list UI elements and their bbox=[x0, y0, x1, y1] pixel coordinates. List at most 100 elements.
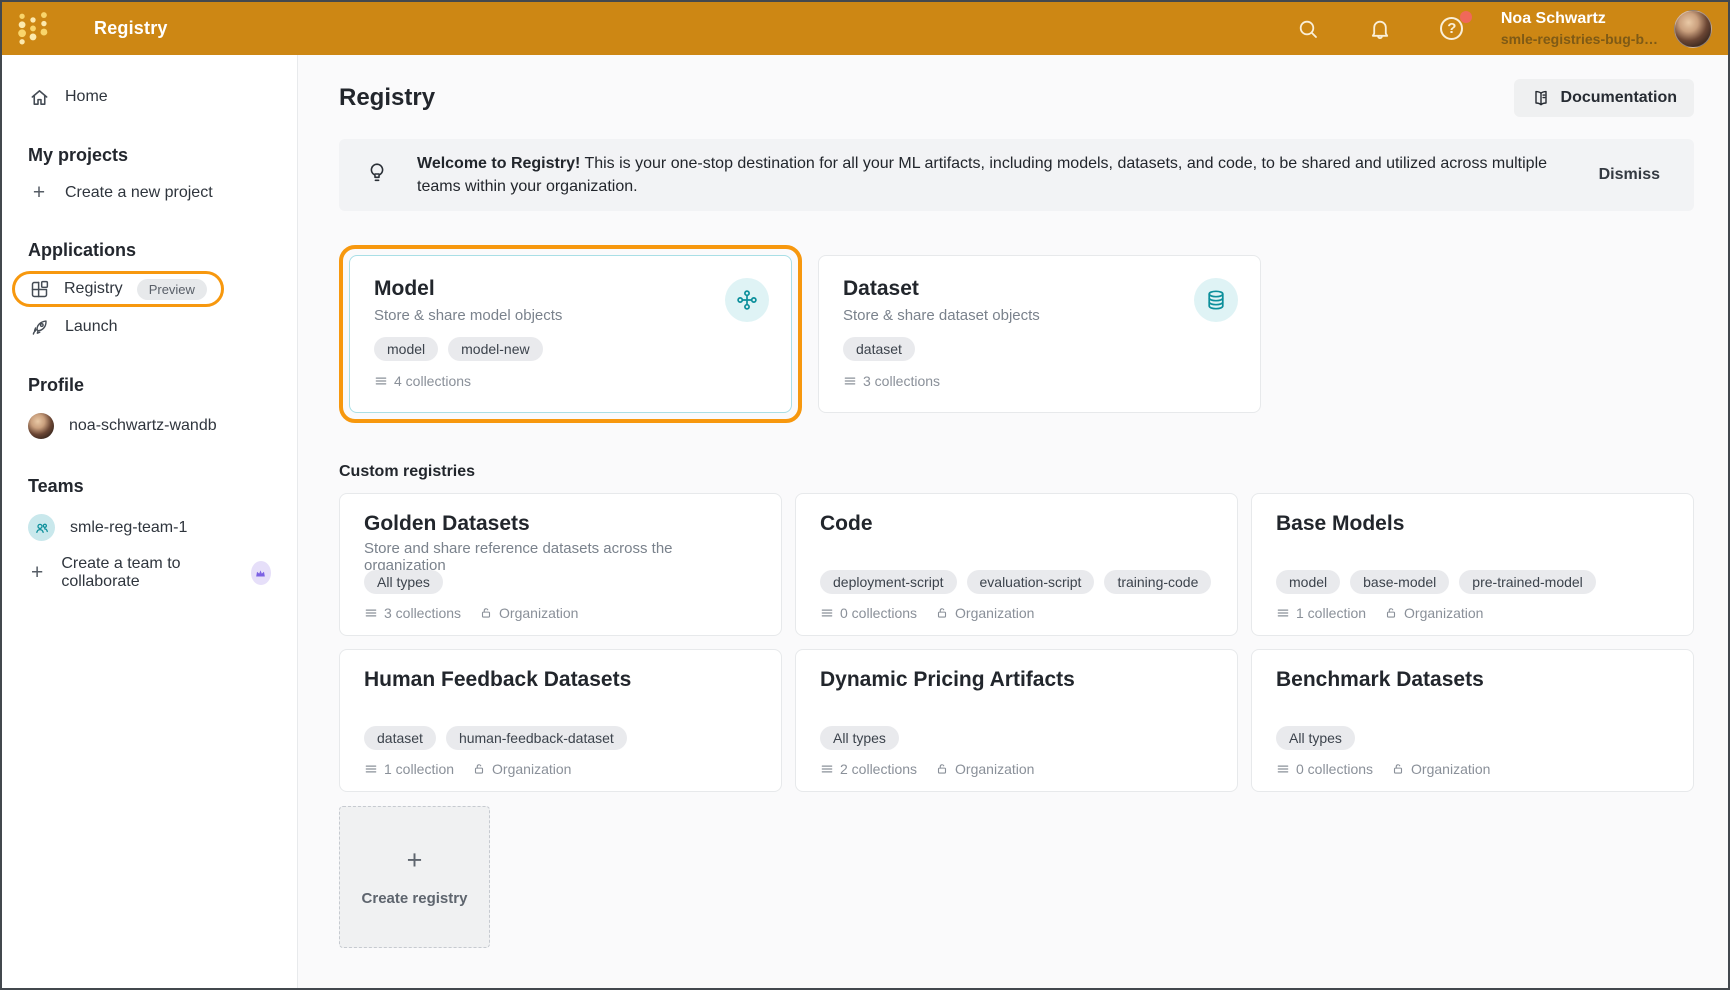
card-title: Code bbox=[820, 512, 1213, 536]
documentation-label: Documentation bbox=[1561, 89, 1677, 107]
card-description bbox=[820, 540, 1213, 570]
tag-list: All types bbox=[820, 726, 1213, 750]
card-title: Human Feedback Datasets bbox=[364, 668, 757, 692]
card-footer: 2 collections Organization bbox=[820, 761, 1213, 777]
sidebar-item-registry[interactable]: Registry bbox=[64, 280, 123, 298]
card-description bbox=[1276, 540, 1669, 570]
sidebar-item-label: Home bbox=[65, 88, 108, 106]
collections-count: 2 collections bbox=[820, 761, 917, 777]
tag: model bbox=[374, 337, 438, 361]
card-title: Benchmark Datasets bbox=[1276, 668, 1669, 692]
help-icon[interactable]: ? bbox=[1439, 16, 1465, 42]
tag: All types bbox=[1276, 726, 1355, 750]
sidebar-item-label: Create a team to collaborate bbox=[61, 555, 230, 591]
sidebar-item-profile[interactable]: noa-schwartz-wandb bbox=[2, 406, 297, 446]
collections-count: 0 collections bbox=[820, 605, 917, 621]
collections-count: 1 collection bbox=[1276, 605, 1366, 621]
app-window: Registry ? Noa Schwartz smle-registries-… bbox=[0, 0, 1730, 990]
search-icon[interactable] bbox=[1295, 16, 1321, 42]
lightbulb-icon bbox=[365, 161, 389, 190]
registry-grid-icon bbox=[28, 278, 50, 300]
list-icon bbox=[1276, 606, 1290, 620]
custom-registries-heading: Custom registries bbox=[339, 463, 1694, 481]
welcome-banner: Welcome to Registry! This is your one-st… bbox=[339, 139, 1694, 211]
user-menu[interactable]: Noa Schwartz smle-registries-bug-b… bbox=[1501, 9, 1658, 48]
topbar: Registry ? Noa Schwartz smle-registries-… bbox=[2, 2, 1728, 55]
registry-card-model[interactable]: Model Store & share model objects model … bbox=[349, 255, 792, 413]
dismiss-button[interactable]: Dismiss bbox=[1599, 166, 1660, 184]
page-title: Registry bbox=[339, 84, 435, 112]
user-org: smle-registries-bug-b… bbox=[1501, 30, 1658, 48]
card-footer: 0 collections Organization bbox=[820, 605, 1213, 621]
lock-icon bbox=[935, 606, 949, 620]
tag: pre-trained-model bbox=[1459, 570, 1596, 594]
banner-body: This is your one-stop destination for al… bbox=[417, 155, 1547, 195]
user-name: Noa Schwartz bbox=[1501, 9, 1658, 30]
tag: model-new bbox=[448, 337, 542, 361]
list-icon bbox=[364, 762, 378, 776]
documentation-button[interactable]: Documentation bbox=[1514, 79, 1694, 117]
card-description: Store and share reference datasets acros… bbox=[364, 540, 757, 570]
notification-dot bbox=[1460, 11, 1472, 23]
registry-highlight-annotation: Registry Preview bbox=[12, 271, 224, 307]
card-description: Store & share dataset objects bbox=[843, 307, 1236, 324]
card-footer: 1 collection Organization bbox=[364, 761, 757, 777]
lock-icon bbox=[472, 762, 486, 776]
home-icon bbox=[28, 86, 50, 108]
sidebar-item-launch[interactable]: Launch bbox=[2, 309, 297, 345]
sidebar-item-team[interactable]: smle-reg-team-1 bbox=[2, 507, 297, 548]
registry-card-benchmark-datasets[interactable]: Benchmark Datasets All types 0 collectio… bbox=[1251, 649, 1694, 792]
tag-list: model base-model pre-trained-model bbox=[1276, 570, 1669, 594]
list-icon bbox=[374, 374, 388, 388]
notifications-bell-icon[interactable] bbox=[1367, 16, 1393, 42]
wandb-logo-icon[interactable] bbox=[16, 12, 50, 46]
plus-icon: + bbox=[407, 847, 423, 874]
card-footer: 0 collections Organization bbox=[1276, 761, 1669, 777]
tag-list: dataset bbox=[843, 337, 1236, 361]
sidebar-item-label: Launch bbox=[65, 318, 118, 336]
create-registry-button[interactable]: + Create registry bbox=[339, 806, 490, 948]
collections-count: 1 collection bbox=[364, 761, 454, 777]
card-description bbox=[1276, 696, 1669, 726]
tag-list: All types bbox=[1276, 726, 1669, 750]
sidebar-heading-teams: Teams bbox=[2, 476, 297, 497]
registry-card-base-models[interactable]: Base Models model base-model pre-trained… bbox=[1251, 493, 1694, 636]
sidebar-item-create-project[interactable]: + Create a new project bbox=[2, 176, 297, 210]
profile-avatar bbox=[28, 413, 54, 439]
tag: base-model bbox=[1350, 570, 1449, 594]
collections-count: 3 collections bbox=[364, 605, 461, 621]
registry-card-dataset[interactable]: Dataset Store & share dataset objects da… bbox=[818, 255, 1261, 413]
card-description: Store & share model objects bbox=[374, 307, 767, 324]
registry-card-code[interactable]: Code deployment-script evaluation-script… bbox=[795, 493, 1238, 636]
sidebar-heading-applications: Applications bbox=[2, 240, 297, 261]
sidebar-item-create-team[interactable]: + Create a team to collaborate bbox=[2, 548, 297, 598]
plus-icon: + bbox=[28, 563, 46, 583]
tag-list: All types bbox=[364, 570, 757, 594]
user-avatar[interactable] bbox=[1674, 10, 1712, 48]
tag: All types bbox=[820, 726, 899, 750]
collections-count: 0 collections bbox=[1276, 761, 1373, 777]
list-icon bbox=[820, 762, 834, 776]
tag: training-code bbox=[1104, 570, 1211, 594]
sidebar-item-label: Create a new project bbox=[65, 184, 213, 202]
visibility: Organization bbox=[1391, 761, 1490, 777]
page-header: Registry Documentation bbox=[339, 79, 1694, 117]
registry-card-golden-datasets[interactable]: Golden Datasets Store and share referenc… bbox=[339, 493, 782, 636]
lock-icon bbox=[479, 606, 493, 620]
collections-count: 3 collections bbox=[843, 373, 940, 389]
list-icon bbox=[1276, 762, 1290, 776]
model-card-highlight-annotation: Model Store & share model objects model … bbox=[339, 245, 802, 423]
sidebar-item-home[interactable]: Home bbox=[2, 79, 297, 115]
tag: All types bbox=[364, 570, 443, 594]
visibility: Organization bbox=[1384, 605, 1483, 621]
dataset-card-wrapper: Dataset Store & share dataset objects da… bbox=[818, 245, 1261, 413]
card-title: Base Models bbox=[1276, 512, 1669, 536]
tag: human-feedback-dataset bbox=[446, 726, 627, 750]
collections-count: 4 collections bbox=[374, 373, 471, 389]
sidebar-heading-my-projects: My projects bbox=[2, 145, 297, 166]
lock-icon bbox=[1384, 606, 1398, 620]
registry-card-dynamic-pricing-artifacts[interactable]: Dynamic Pricing Artifacts All types 2 co… bbox=[795, 649, 1238, 792]
registry-card-human-feedback-datasets[interactable]: Human Feedback Datasets dataset human-fe… bbox=[339, 649, 782, 792]
banner-text: Welcome to Registry! This is your one-st… bbox=[417, 152, 1571, 198]
sidebar-item-label: noa-schwartz-wandb bbox=[69, 417, 217, 435]
